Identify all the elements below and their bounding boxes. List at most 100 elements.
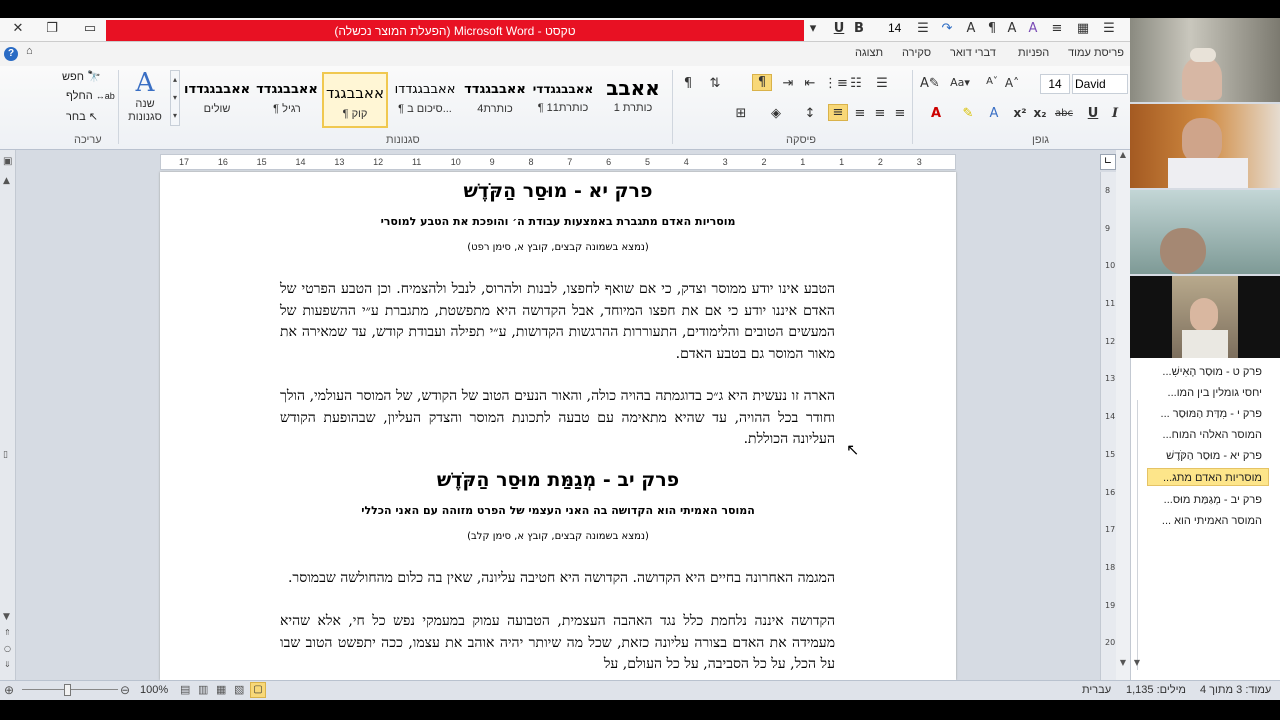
vertical-ruler[interactable]: 8 9 10 11 12 13 14 15 16 17 18 19 20 (1100, 172, 1116, 680)
next-page-icon[interactable]: ⇓ (4, 660, 11, 669)
styles-icon[interactable]: ☰ (912, 18, 934, 40)
style-heading11[interactable]: אאבבגגדדי ¶ כותרת11 (530, 72, 596, 128)
video-tile-1[interactable] (1130, 18, 1280, 102)
find-button[interactable]: 🔭 חפש (62, 70, 101, 83)
align-right-icon[interactable]: ≡ (828, 104, 848, 121)
video-tile-4[interactable] (1130, 276, 1280, 360)
tab-review[interactable]: סקירה (902, 47, 931, 59)
zoom-out-icon[interactable]: ⊖ (120, 683, 130, 697)
tab-view[interactable]: תצוגה (855, 47, 883, 59)
nav-scroll-down-icon[interactable]: ▼ (1131, 658, 1143, 670)
print-layout-icon[interactable]: ▢ (250, 682, 266, 698)
tab-references[interactable]: הפניות (1018, 47, 1049, 59)
scroll-up-icon[interactable]: ▲ (3, 176, 10, 186)
change-styles-button[interactable]: A שנה סגנונות (122, 68, 168, 130)
italic-icon[interactable]: I (1108, 106, 1122, 121)
reading-view-icon[interactable]: ▧ (234, 683, 244, 696)
select-browse-icon[interactable]: ○ (4, 644, 11, 653)
page-number[interactable]: עמוד: 3 מתוך 4 (1200, 684, 1271, 696)
draft-view-icon[interactable]: ▤ (180, 683, 190, 696)
video-tile-2[interactable] (1130, 104, 1280, 188)
scroll-down-icon[interactable]: ▼ (1117, 658, 1129, 670)
word-count[interactable]: מילים: 1,135 (1126, 684, 1186, 696)
scroll-up-icon[interactable]: ▲ (1117, 150, 1129, 162)
font-color-icon[interactable]: A (926, 106, 946, 121)
grow-shrink-font-icon[interactable]: Aa▾ (950, 76, 970, 89)
nav-item-selected[interactable]: מוסריות האדם מתג... (1147, 468, 1269, 486)
replace-button[interactable]: ab↔ החלף (66, 90, 115, 102)
decrease-indent-icon[interactable]: ⇤ (802, 76, 818, 91)
prev-page-icon[interactable]: ⇑ (4, 628, 11, 637)
minimize-icon[interactable]: ▭ (80, 18, 100, 40)
table-icon[interactable]: ▦ (1074, 18, 1092, 40)
scroll-thumb[interactable]: ▯ (3, 450, 8, 460)
qat-font-size[interactable]: 14 (888, 21, 912, 35)
close-icon[interactable]: ✕ (8, 18, 28, 40)
strikethrough-icon[interactable]: abc (1054, 108, 1074, 119)
zoom-level[interactable]: 100% (140, 684, 168, 696)
styles-scroll[interactable]: ▴ ▾ ▾ (170, 70, 180, 126)
bullets-icon[interactable]: ☰ (1100, 18, 1118, 40)
line-spacing-icon[interactable]: ↕ (802, 106, 818, 121)
clear-format-icon[interactable]: A✎ (920, 76, 940, 91)
scroll-down-icon[interactable]: ▼ (3, 612, 10, 622)
nav-item[interactable]: פרק יא - מוּסַר הַקֹּדֶשׁ (1147, 446, 1269, 464)
bullets-icon[interactable]: ☰ (874, 76, 890, 91)
show-marks-icon[interactable]: ¶ (680, 76, 696, 91)
bold-icon[interactable]: B (852, 18, 866, 40)
grow-font-icon[interactable]: A˄ (1004, 76, 1020, 90)
style-heading1[interactable]: אאבב כותרת 1 (600, 72, 666, 128)
style-shulayim[interactable]: אאבבגגדדו שולים (184, 72, 250, 128)
document-page[interactable]: פרק יא - מוּסַר הַקֹּדֶשׁ מוסריות האדם מ… (160, 172, 956, 680)
nav-item[interactable]: יחסי גומלין בין המו... (1147, 383, 1269, 401)
text-effects-icon[interactable]: A (984, 106, 1004, 121)
nav-item[interactable]: המוסר האמיתי הוא ... (1147, 511, 1269, 529)
horizontal-ruler[interactable]: 17 16 15 14 13 12 11 10 9 8 7 6 5 4 3 2 1 1 2 3 (160, 154, 956, 170)
nav-item[interactable]: המוסר האלהי המוח... (1147, 425, 1269, 443)
subscript-icon[interactable]: x₂ (1032, 106, 1048, 120)
justify-icon[interactable]: ≡ (892, 106, 908, 121)
quick-styles-icon[interactable]: A (962, 18, 980, 40)
nav-item[interactable]: פרק ט - מוּסַר הָאִישִׁ... (1147, 362, 1269, 380)
select-button[interactable]: ↖ בחר (66, 110, 98, 123)
shrink-font-icon[interactable]: A˅ (984, 76, 1000, 87)
underline-icon[interactable]: U (1086, 106, 1100, 121)
highlight-icon[interactable]: ✎ (958, 106, 978, 121)
numbering-icon[interactable]: ⋮≡ (824, 76, 848, 91)
nav-item[interactable]: פרק יב - מְגַמַּת מוּס... (1147, 490, 1269, 508)
style-sikum[interactable]: אאבבגגדדו ¶ סיכום ב... (392, 72, 458, 128)
font-color-icon[interactable]: A (1004, 18, 1020, 40)
video-tile-3[interactable] (1130, 190, 1280, 274)
nav-item[interactable]: פרק י - מִדַּת הַמּוּסַר ... (1147, 404, 1269, 422)
help-icon[interactable]: ? (4, 47, 18, 61)
web-layout-icon[interactable]: ▦ (216, 683, 226, 696)
ribbon-collapse-icon[interactable]: ⌂ (26, 45, 33, 57)
rtl-direction-icon[interactable]: ¶ (752, 74, 772, 91)
zoom-in-icon[interactable]: ⊕ (4, 683, 14, 697)
superscript-icon[interactable]: x² (1012, 106, 1028, 120)
align-center-icon[interactable]: ≡ (852, 106, 868, 121)
style-heading4[interactable]: אאבבגגדד כותרת4 (462, 72, 528, 128)
qat-dropdown-icon[interactable]: ▾ (806, 18, 820, 40)
restore-icon[interactable]: ❐ (42, 18, 62, 40)
outline-view-icon[interactable]: ▥ (198, 683, 208, 696)
style-kuk[interactable]: אאבבגגד ¶ קוק (322, 72, 388, 128)
tab-selector-icon[interactable]: ∟ (1100, 154, 1116, 170)
zoom-slider-thumb[interactable] (64, 684, 71, 696)
numbering-icon[interactable]: ≡ (1048, 18, 1066, 40)
tab-page-layout[interactable]: פריסת עמוד (1068, 47, 1124, 59)
align-left-icon[interactable]: ≡ (872, 106, 888, 121)
text-direction-icon[interactable]: A (1024, 18, 1042, 40)
multilevel-list-icon[interactable]: ☷ (848, 76, 864, 91)
font-name-box[interactable]: David (1072, 74, 1128, 94)
style-ragil[interactable]: אאבבגגדד ¶ רגיל (254, 72, 320, 128)
ltr-direction-icon[interactable]: ⇥ (780, 76, 796, 91)
vertical-scrollbar[interactable]: ▲ ▼ (1116, 150, 1130, 680)
view-icon[interactable]: ▣ (3, 156, 12, 167)
tab-mailings[interactable]: דברי דואר (950, 47, 996, 59)
borders-icon[interactable]: ⊞ (734, 106, 748, 121)
font-size-box[interactable]: 14 (1040, 74, 1070, 94)
pilcrow-icon[interactable]: ¶ (984, 18, 1000, 40)
sort-icon[interactable]: ⇅ (706, 76, 724, 91)
underline-icon[interactable]: U (832, 18, 846, 40)
